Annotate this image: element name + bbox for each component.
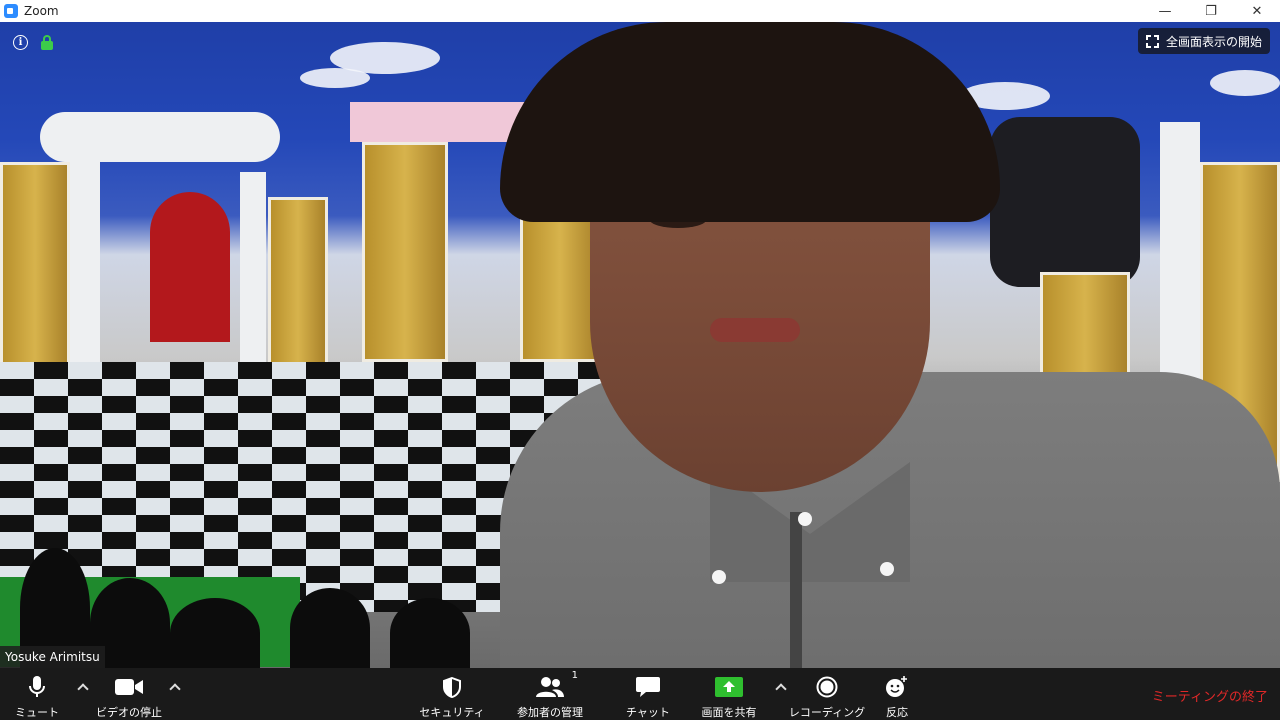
share-screen-label: 画面を共有 <box>701 706 757 719</box>
participants-count-badge: 1 <box>571 670 578 681</box>
record-label: レコーディング <box>788 706 866 719</box>
meeting-toolbar: ミュート ビデオの停止 セキュリティ 1 参加者の管理 チャット 画面を共有 レ… <box>0 668 1280 720</box>
shirt-button <box>712 570 726 584</box>
audience-silhouette <box>170 598 260 668</box>
window-titlebar: Zoom — ❐ ✕ <box>0 0 1280 22</box>
reactions-label: 反応 <box>886 706 908 719</box>
fullscreen-button[interactable]: 全画面表示の開始 <box>1137 28 1270 54</box>
mute-label: ミュート <box>15 706 59 719</box>
manage-participants-button[interactable]: 1 参加者の管理 <box>512 668 588 720</box>
chat-label: チャット <box>626 706 670 719</box>
chevron-up-icon[interactable] <box>76 682 90 692</box>
shirt-placket <box>790 512 802 668</box>
shirt-button <box>798 512 812 526</box>
chevron-up-icon[interactable] <box>168 682 182 692</box>
zoom-app-icon <box>4 4 18 18</box>
security-label: セキュリティ <box>419 706 485 719</box>
background-curtain <box>150 192 230 342</box>
fullscreen-label: 全画面表示の開始 <box>1165 34 1262 49</box>
mute-button[interactable]: ミュート <box>14 668 60 720</box>
shield-icon <box>443 676 461 698</box>
minimize-button[interactable]: — <box>1142 0 1188 22</box>
close-button[interactable]: ✕ <box>1234 0 1280 22</box>
participant-video <box>480 22 1280 668</box>
stop-video-button[interactable]: ビデオの停止 <box>94 668 164 720</box>
info-icon[interactable]: i <box>13 35 28 50</box>
participant-name-tag: Yosuke Arimitsu <box>0 646 105 668</box>
shirt-button <box>880 562 894 576</box>
chevron-up-icon[interactable] <box>774 682 788 692</box>
record-icon <box>816 676 838 698</box>
stop-video-label: ビデオの停止 <box>96 706 162 719</box>
person-hair <box>500 22 1000 222</box>
microphone-icon <box>29 676 45 698</box>
people-icon: 1 <box>536 670 578 698</box>
chat-bubble-icon <box>636 676 660 698</box>
audience-silhouette <box>290 588 370 668</box>
lock-icon[interactable] <box>40 35 54 50</box>
end-meeting-button[interactable]: ミーティングの終了 <box>1152 686 1268 705</box>
share-screen-button[interactable]: 画面を共有 <box>696 668 762 720</box>
video-feed: i 全画面表示の開始 Yosuke Arimitsu <box>0 22 1280 668</box>
window-controls: — ❐ ✕ <box>1142 0 1280 22</box>
reactions-button[interactable]: 反応 <box>880 668 914 720</box>
emoji-add-icon <box>885 676 909 698</box>
audience-silhouette <box>390 598 470 668</box>
chat-button[interactable]: チャット <box>624 668 672 720</box>
share-screen-icon <box>715 676 743 698</box>
security-button[interactable]: セキュリティ <box>418 668 486 720</box>
window-title: Zoom <box>24 4 59 18</box>
camera-icon <box>115 676 143 698</box>
person-lips <box>710 318 800 342</box>
restore-button[interactable]: ❐ <box>1188 0 1234 22</box>
fullscreen-icon <box>1145 34 1159 48</box>
background-cloud <box>300 68 370 88</box>
background-pillar <box>362 142 448 362</box>
record-button[interactable]: レコーディング <box>788 668 866 720</box>
manage-participants-label: 参加者の管理 <box>517 706 583 719</box>
